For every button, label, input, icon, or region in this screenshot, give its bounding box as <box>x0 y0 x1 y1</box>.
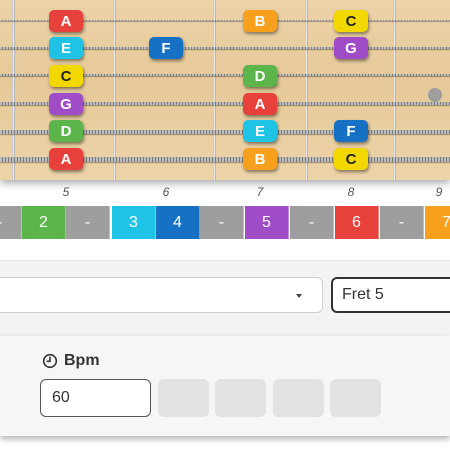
fret-wire <box>12 0 15 180</box>
caret-down-icon[interactable] <box>296 294 302 298</box>
degree-cell[interactable]: 2 <box>22 206 66 239</box>
scale-degree-strip: - 2 - 3 4 - 5 - 6 - 7 <box>0 206 450 239</box>
note-marker[interactable]: E <box>49 37 83 59</box>
note-marker[interactable]: D <box>243 65 277 87</box>
bpm-preset-slot[interactable] <box>330 379 381 417</box>
bpm-preset-slot[interactable] <box>158 379 209 417</box>
degree-cell[interactable]: 5 <box>245 206 289 239</box>
bpm-panel: Bpm 60 <box>0 336 450 436</box>
note-marker[interactable]: C <box>334 10 368 32</box>
fret-select[interactable]: Fret 5 <box>331 277 450 313</box>
degree-cell[interactable]: 3 <box>112 206 156 239</box>
note-marker[interactable]: A <box>49 10 83 32</box>
note-marker[interactable]: D <box>49 120 83 142</box>
note-marker[interactable]: F <box>334 120 368 142</box>
fret-wire <box>305 0 308 180</box>
degree-cell[interactable]: - <box>66 206 110 239</box>
fret-inlay-dot <box>428 88 442 102</box>
degree-cell[interactable]: - <box>380 206 424 239</box>
scale-select[interactable] <box>0 277 323 313</box>
degree-cell[interactable]: - <box>200 206 244 239</box>
note-marker[interactable]: A <box>49 148 83 170</box>
degree-cell[interactable]: 7 <box>425 206 450 239</box>
fret-number: 8 <box>347 185 355 199</box>
note-marker[interactable]: G <box>334 37 368 59</box>
degree-cell[interactable]: 4 <box>156 206 200 239</box>
degree-cell[interactable]: - <box>0 206 22 239</box>
fret-number: 9 <box>435 185 443 199</box>
clock-icon <box>42 353 58 369</box>
fret-number: 5 <box>62 185 70 199</box>
bpm-label-text: Bpm <box>64 352 100 369</box>
bpm-preset-slot[interactable] <box>273 379 324 417</box>
note-marker[interactable]: F <box>149 37 183 59</box>
note-marker[interactable]: B <box>243 10 277 32</box>
note-marker[interactable]: C <box>334 148 368 170</box>
degree-cell[interactable]: 6 <box>335 206 379 239</box>
fret-number: 7 <box>256 185 264 199</box>
note-marker[interactable]: G <box>49 93 83 115</box>
note-marker[interactable]: B <box>243 148 277 170</box>
bpm-label: Bpm <box>42 352 100 370</box>
degree-cell[interactable]: - <box>290 206 334 239</box>
fret-number: 6 <box>162 185 170 199</box>
fret-wire <box>393 0 396 180</box>
fret-wire <box>213 0 216 180</box>
fretboard: A E C G D A F B D A E B C G F C <box>0 0 450 180</box>
bpm-preset-slot[interactable] <box>215 379 266 417</box>
note-marker[interactable]: A <box>243 93 277 115</box>
fret-wire <box>113 0 116 180</box>
selector-panel: Fret 5 <box>0 260 450 337</box>
bpm-input[interactable]: 60 <box>40 379 151 417</box>
note-marker[interactable]: E <box>243 120 277 142</box>
note-marker[interactable]: C <box>49 65 83 87</box>
